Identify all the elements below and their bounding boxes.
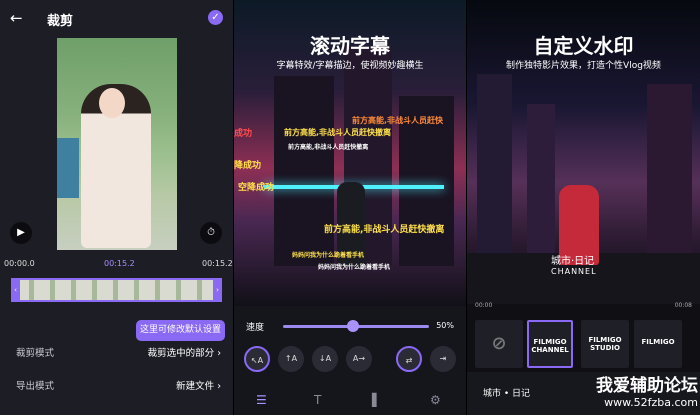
confirm-check-icon[interactable]: ✓: [208, 10, 223, 25]
timer-icon[interactable]: ⏱: [200, 222, 222, 244]
feature-title: 滚动字幕: [310, 34, 390, 58]
direction-up-button[interactable]: ↑A: [278, 346, 304, 372]
time-end: 00:15.2: [202, 259, 233, 268]
direction-right-button[interactable]: A→: [346, 346, 372, 372]
text-icon[interactable]: T: [314, 393, 321, 407]
caption-line: 成功: [234, 129, 253, 139]
loop-icon[interactable]: ⇄: [396, 346, 422, 372]
caption-line: 空降成功: [238, 183, 275, 193]
trim-handle-left[interactable]: ‹: [11, 278, 20, 302]
time-start: 00:00.0: [4, 259, 35, 268]
caption-line: 妈妈问我为什么跪着看手机: [318, 264, 391, 271]
time-start: 00:00: [475, 302, 493, 309]
watermark-line1: 城市·日记: [551, 256, 595, 267]
direction-upleft-button[interactable]: ↖A: [244, 346, 270, 372]
site-url: www.52fzba.com: [604, 396, 698, 409]
watermark-line2: CHANNEL: [551, 267, 597, 276]
trim-handle-right[interactable]: ›: [213, 278, 222, 302]
feature-subtitle: 字幕特效/字幕描边，使视频妙趣横生: [276, 61, 424, 71]
export-mode-row[interactable]: 导出模式 新建文件 ›: [16, 378, 221, 392]
export-mode-value: 新建文件 ›: [176, 381, 221, 392]
template-tile[interactable]: FILMIGO STUDIO: [581, 320, 629, 368]
export-icon[interactable]: ⇥: [430, 346, 456, 372]
crop-mode-value: 裁剪选中的部分 ›: [147, 348, 221, 359]
building: [527, 104, 555, 254]
caption-line: 前方高能,非战斗人员赶快: [352, 116, 444, 125]
subtitle-controls: 速度 50% ↖A ↑A ↓A A→ ⇄ ⇥ ☰ T ▌ ⚙: [234, 306, 466, 415]
top-bar: ← 裁剪 ✓: [0, 0, 233, 38]
trim-timeline[interactable]: ‹ ›: [11, 278, 222, 302]
background-bin: [57, 138, 79, 198]
speed-slider-knob[interactable]: [347, 320, 359, 332]
time-current: 00:15.2: [104, 259, 135, 268]
building: [477, 74, 512, 254]
building: [274, 76, 334, 266]
slider-icon[interactable]: ☰: [256, 393, 267, 407]
watermark-template-strip: ⊘ FILMIGO CHANNEL FILMIGO STUDIO FILMIGO: [467, 312, 700, 372]
site-brand: 我爱辅助论坛: [596, 376, 698, 396]
building: [647, 84, 692, 254]
settings-tooltip: 这里可修改默认设置: [136, 320, 225, 341]
speed-value: 50%: [436, 321, 454, 330]
speed-label: 速度: [246, 323, 265, 333]
back-arrow-icon[interactable]: ←: [10, 9, 23, 27]
direction-down-button[interactable]: ↓A: [312, 346, 338, 372]
export-mode-label: 导出模式: [16, 381, 55, 392]
caption-line: 妈妈问我为什么跪着看手机: [292, 252, 365, 259]
caption-line: 前方高能,非战斗人员赶快撤离: [284, 128, 392, 137]
crop-panel: ← 裁剪 ✓ ▶ ⏱ 00:00.0 00:15.2 00:15.2 ‹ › 这…: [0, 0, 233, 415]
site-watermark: 我爱辅助论坛 www.52fzba.com: [580, 371, 698, 415]
watermark-text-value: 城市 • 日记: [483, 389, 531, 399]
caption-line: 降成功: [234, 161, 262, 171]
feature-subtitle: 制作独特影片效果，打造个性Vlog视频: [506, 61, 661, 71]
screenshot-collage: ← 裁剪 ✓ ▶ ⏱ 00:00.0 00:15.2 00:15.2 ‹ › 这…: [0, 0, 700, 415]
watermark-overlay[interactable]: 城市·日记 CHANNEL: [551, 252, 621, 282]
time-end: 00:08: [674, 302, 692, 309]
play-icon[interactable]: ▶: [10, 222, 32, 244]
video-subject-face: [99, 88, 125, 118]
custom-watermark-panel: 自定义水印 制作独特影片效果，打造个性Vlog视频 城市·日记 CHANNEL …: [467, 0, 700, 415]
template-tile[interactable]: FILMIGO CHANNEL: [527, 320, 573, 368]
crop-mode-label: 裁剪模式: [16, 348, 55, 359]
feature-title: 自定义水印: [533, 34, 634, 58]
caption-line: 前方高能,非战斗人员赶快撤离: [288, 144, 369, 151]
crop-mode-row[interactable]: 裁剪模式 裁剪选中的部分 ›: [16, 345, 221, 359]
page-title: 裁剪: [47, 14, 74, 29]
panel-icon[interactable]: ▌: [372, 393, 381, 407]
no-watermark-icon[interactable]: ⊘: [475, 320, 523, 368]
template-tile[interactable]: FILMIGO: [634, 320, 682, 368]
caption-line: 前方高能,非战斗人员赶快撤离: [324, 225, 445, 235]
video-preview: [57, 38, 177, 250]
gear-icon[interactable]: ⚙: [430, 393, 441, 407]
scrolling-subtitle-panel: 滚动字幕 字幕特效/字幕描边，使视频妙趣横生 前方高能,非战斗人员赶快 前方高能…: [234, 0, 466, 415]
